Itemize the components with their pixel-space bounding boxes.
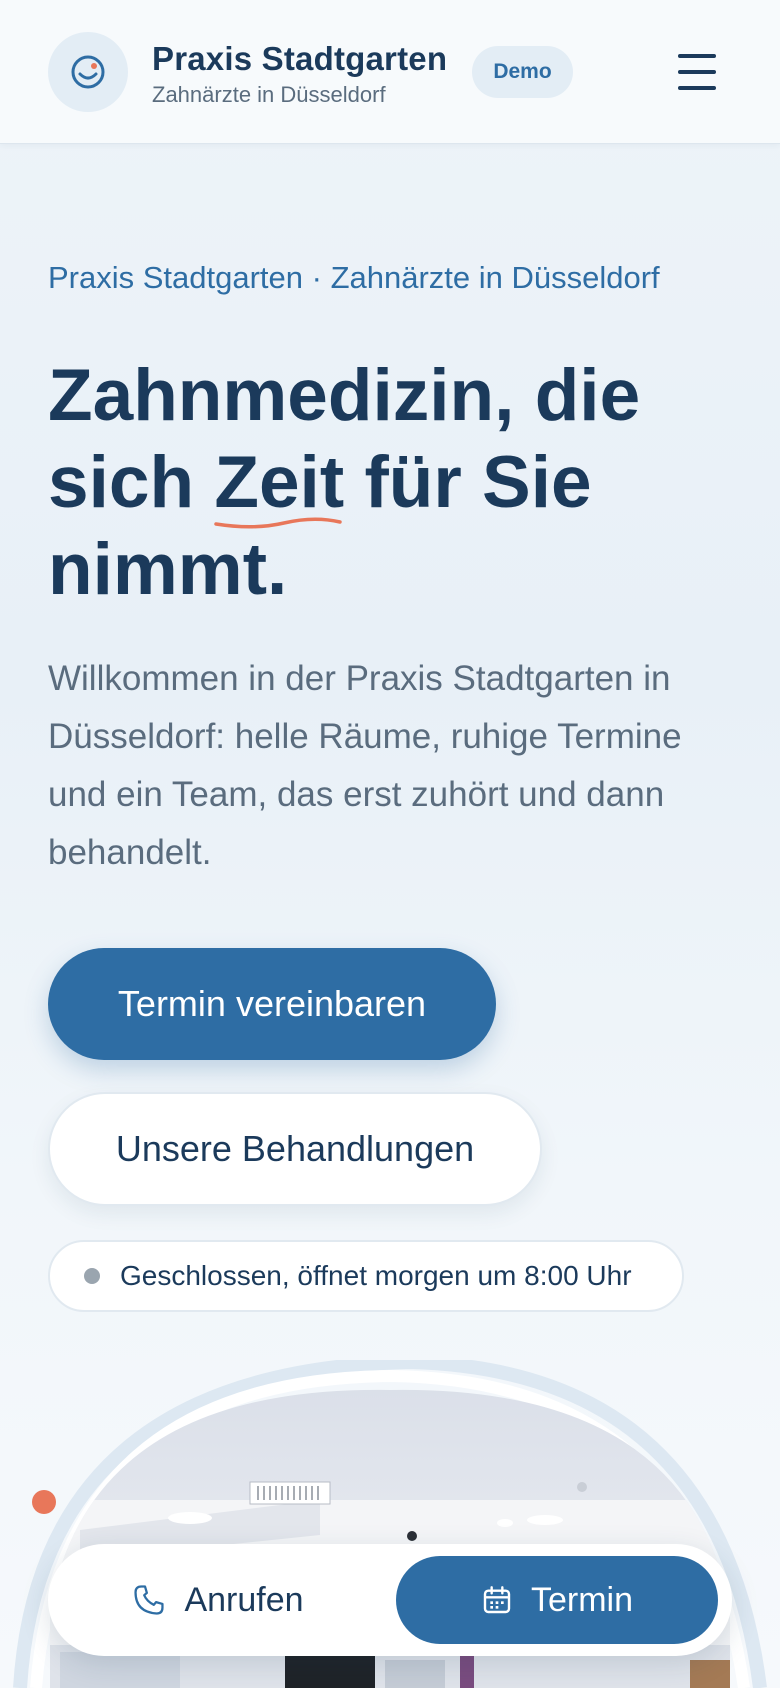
- call-button-label: Anrufen: [184, 1580, 304, 1619]
- status-dot-icon: [84, 1268, 100, 1284]
- headline-highlight-word: Zeit: [214, 442, 345, 523]
- smile-icon: [71, 55, 105, 89]
- phone-icon: [134, 1585, 165, 1615]
- menu-button[interactable]: [672, 50, 722, 94]
- opening-status: Geschlossen, öffnet morgen um 8:00 Uhr: [48, 1240, 684, 1312]
- book-appointment-button[interactable]: Termin vereinbaren: [48, 948, 496, 1060]
- headline-line2-start: sich: [48, 442, 215, 523]
- intro-line: Düsseldorf: helle Räume, ruhige Termine: [48, 717, 682, 756]
- hero-eyebrow: Praxis Stadtgarten · Zahnärzte in Düssel…: [48, 260, 660, 295]
- treatments-button[interactable]: Unsere Behandlungen: [48, 1092, 542, 1206]
- appointment-button[interactable]: Termin: [396, 1556, 718, 1644]
- headline-line2-end: für Sie: [344, 442, 592, 523]
- intro-line: und ein Team, das erst zuhört und dann: [48, 775, 665, 814]
- headline-line-2: sich Zeit für Sie: [48, 439, 748, 529]
- appointment-button-label: Termin: [530, 1580, 634, 1619]
- opening-status-text: Geschlossen, öffnet morgen um 8:00 Uhr: [120, 1260, 632, 1291]
- headline-line-3: nimmt.: [48, 529, 288, 610]
- brand-name[interactable]: Praxis Stadtgarten: [152, 40, 447, 78]
- sticky-action-bar: Anrufen Termin: [48, 1544, 732, 1656]
- intro-line: behandelt.: [48, 833, 212, 872]
- headline-highlight: Zeit: [214, 439, 345, 529]
- logo[interactable]: [48, 32, 128, 112]
- headline-line-1: Zahnmedizin, die: [48, 355, 641, 436]
- calendar-icon: [483, 1586, 511, 1614]
- intro-line: Willkommen in der Praxis Stadtgarten in: [48, 659, 671, 698]
- hamburger-menu-icon: [678, 54, 716, 58]
- brand-subtitle: Zahnärzte in Düsseldorf: [152, 82, 386, 107]
- site-header: Praxis Stadtgarten Zahnärzte in Düsseldo…: [0, 0, 780, 144]
- call-button[interactable]: Anrufen: [48, 1544, 388, 1656]
- squiggle-underline-icon: [214, 517, 343, 529]
- hero-headline: Zahnmedizin, die sich Zeit für Sie nimmt…: [48, 352, 748, 613]
- demo-badge: Demo: [472, 46, 573, 98]
- hero-intro: Willkommen in der Praxis Stadtgarten in …: [48, 650, 738, 882]
- decorative-dot: [32, 1490, 56, 1514]
